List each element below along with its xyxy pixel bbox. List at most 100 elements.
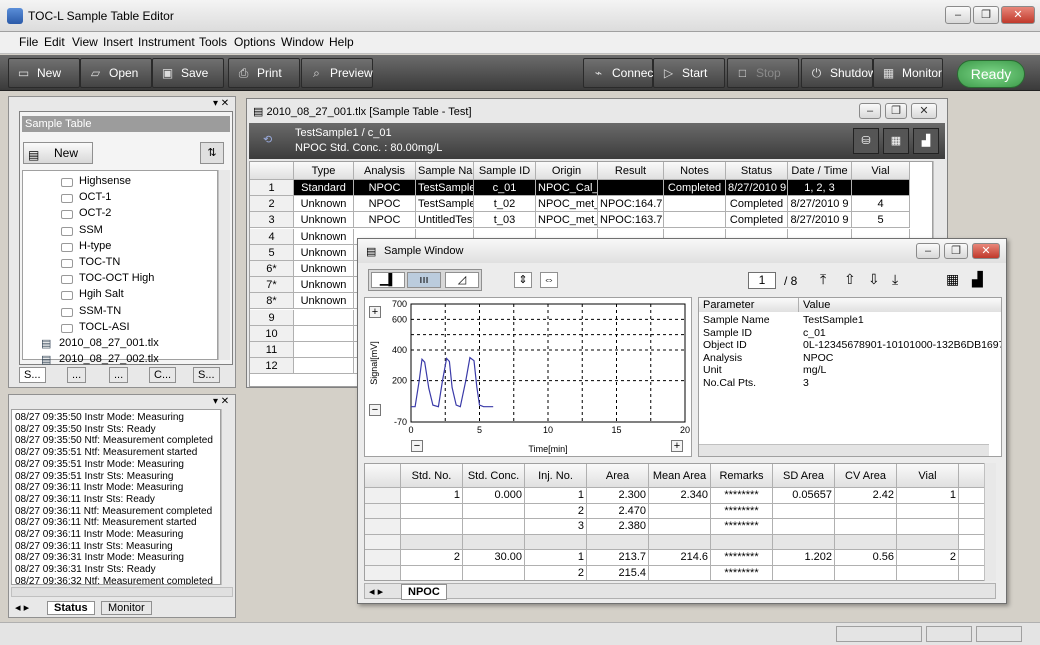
- new-sample-button[interactable]: ▤ New: [23, 142, 93, 164]
- sample-window-close-button[interactable]: ✕: [972, 243, 1000, 259]
- cal-column-header[interactable]: Mean Area: [649, 464, 711, 488]
- column-header[interactable]: Date / Time: [788, 162, 852, 180]
- close-button[interactable]: ✕: [1001, 6, 1035, 24]
- column-header[interactable]: Notes: [664, 162, 726, 180]
- column-header[interactable]: Result: [598, 162, 664, 180]
- restore-button[interactable]: ❐: [973, 6, 999, 24]
- column-header[interactable]: Analysis: [354, 162, 416, 180]
- table-close-button[interactable]: ✕: [911, 103, 937, 119]
- table-cell[interactable]: NPOC:163.7: [598, 212, 664, 229]
- tree-item[interactable]: TOCL-ASI: [79, 321, 130, 333]
- cal-cell[interactable]: 2: [401, 550, 463, 566]
- sort-button[interactable]: ⇅: [200, 142, 224, 164]
- cal-column-header[interactable]: SD Area: [773, 464, 835, 488]
- table-cell[interactable]: 1, 2, 3: [788, 180, 852, 196]
- cal-cell[interactable]: [835, 534, 897, 550]
- cal-cell[interactable]: [401, 503, 463, 519]
- tree-file[interactable]: 2010_08_27_001.tlx: [59, 337, 159, 349]
- table-cell[interactable]: Unknown: [294, 293, 354, 310]
- cal-cell[interactable]: [711, 534, 773, 550]
- cal-cell[interactable]: ********: [711, 488, 773, 504]
- tab-system[interactable]: S...: [193, 367, 220, 383]
- fit-horizontal-icon[interactable]: ⇔: [540, 272, 558, 288]
- table-cell[interactable]: [598, 180, 664, 196]
- table-cell[interactable]: Completed: [664, 180, 726, 196]
- zoom-out-x-icon[interactable]: −: [411, 440, 423, 452]
- menu-file[interactable]: File: [19, 35, 38, 49]
- tab-method[interactable]: ...: [67, 367, 87, 383]
- table-cell[interactable]: 8/27/2010 9: [788, 196, 852, 213]
- row-header[interactable]: 12: [250, 358, 294, 375]
- column-header[interactable]: Sample ID: [474, 162, 536, 180]
- cal-cell[interactable]: 1: [525, 488, 587, 504]
- peak-view-icon[interactable]: ▁▌: [371, 272, 405, 288]
- tab-report[interactable]: ...: [109, 367, 129, 383]
- menu-insert[interactable]: Insert: [103, 35, 133, 49]
- cal-cell[interactable]: [835, 519, 897, 535]
- cal-column-header[interactable]: Inj. No.: [525, 464, 587, 488]
- tab-monitor[interactable]: Monitor: [101, 601, 152, 615]
- log-hscrollbar[interactable]: [11, 587, 233, 597]
- table-cell[interactable]: NPOC_met_: [536, 212, 598, 229]
- cal-cell[interactable]: 0.56: [835, 550, 897, 566]
- cal-cell[interactable]: 2.380: [587, 519, 649, 535]
- tree-scrollbar[interactable]: [218, 170, 230, 360]
- tab-scroll-icon[interactable]: ◂ ▸: [369, 585, 383, 598]
- table-cell[interactable]: Unknown: [294, 196, 354, 213]
- database-icon[interactable]: ⛁: [853, 128, 879, 154]
- tree-item[interactable]: H-type: [79, 240, 111, 252]
- table-cell[interactable]: 4: [852, 196, 910, 213]
- row-header[interactable]: 8*: [250, 293, 294, 310]
- row-header[interactable]: 1: [250, 180, 294, 196]
- zoom-in-x-icon[interactable]: +: [671, 440, 683, 452]
- cal-cell[interactable]: 2.300: [587, 488, 649, 504]
- cal-column-header[interactable]: Area: [587, 464, 649, 488]
- cal-cell[interactable]: 213.7: [587, 550, 649, 566]
- cal-cell[interactable]: 1.202: [773, 550, 835, 566]
- cal-cell[interactable]: [463, 519, 525, 535]
- row-header[interactable]: 5: [250, 244, 294, 261]
- connect-button[interactable]: ⌁ Connect: [583, 58, 657, 88]
- cal-cell[interactable]: [401, 565, 463, 580]
- tree-item[interactable]: TOC-TN: [79, 256, 120, 268]
- monitor-button[interactable]: ▦ Monitor: [873, 58, 943, 88]
- new-button[interactable]: ▭ New: [8, 58, 80, 88]
- cal-cell[interactable]: [649, 534, 711, 550]
- cal-cell[interactable]: ********: [711, 519, 773, 535]
- start-button[interactable]: ▷ Start: [653, 58, 725, 88]
- table-cell[interactable]: Unknown: [294, 244, 354, 261]
- cal-cell[interactable]: [463, 503, 525, 519]
- tree-item[interactable]: TOC-OCT High: [79, 272, 154, 284]
- tab-nav-icon[interactable]: ◂ ▸: [15, 601, 29, 614]
- cal-cell[interactable]: [463, 534, 525, 550]
- row-header[interactable]: 9: [250, 309, 294, 326]
- table-cell[interactable]: [664, 212, 726, 229]
- table-cell[interactable]: TestSample1: [416, 196, 474, 213]
- table-cell[interactable]: NPOC_Cal_: [536, 180, 598, 196]
- cal-cell[interactable]: [835, 503, 897, 519]
- column-header[interactable]: Status: [726, 162, 788, 180]
- first-page-icon[interactable]: ⤒: [820, 271, 826, 288]
- row-header[interactable]: 2: [250, 196, 294, 213]
- report-view-icon[interactable]: ▟: [972, 271, 983, 288]
- tree-item[interactable]: SSM-TN: [79, 305, 121, 317]
- cal-cell[interactable]: [649, 519, 711, 535]
- table-cell[interactable]: NPOC_met_: [536, 196, 598, 213]
- column-header[interactable]: Vial: [852, 162, 910, 180]
- column-header[interactable]: Type: [294, 162, 354, 180]
- tree-item[interactable]: Highsense: [79, 175, 131, 187]
- calibration-view-icon[interactable]: ◿: [445, 272, 479, 288]
- log-scrollbar[interactable]: [221, 409, 233, 585]
- cal-cell[interactable]: 2: [525, 503, 587, 519]
- cal-column-header[interactable]: Remarks: [711, 464, 773, 488]
- cal-cell[interactable]: 1: [401, 488, 463, 504]
- calibration-scrollbar[interactable]: [984, 463, 996, 581]
- table-cell[interactable]: t_03: [474, 212, 536, 229]
- cal-cell[interactable]: [773, 565, 835, 580]
- cal-cell[interactable]: [401, 534, 463, 550]
- tree-file[interactable]: 2010_08_27_002.tlx: [59, 353, 159, 365]
- cal-cell[interactable]: 0.000: [463, 488, 525, 504]
- cal-cell[interactable]: 1: [897, 488, 959, 504]
- table-cell[interactable]: Completed: [726, 196, 788, 213]
- menu-instrument[interactable]: Instrument: [138, 35, 195, 49]
